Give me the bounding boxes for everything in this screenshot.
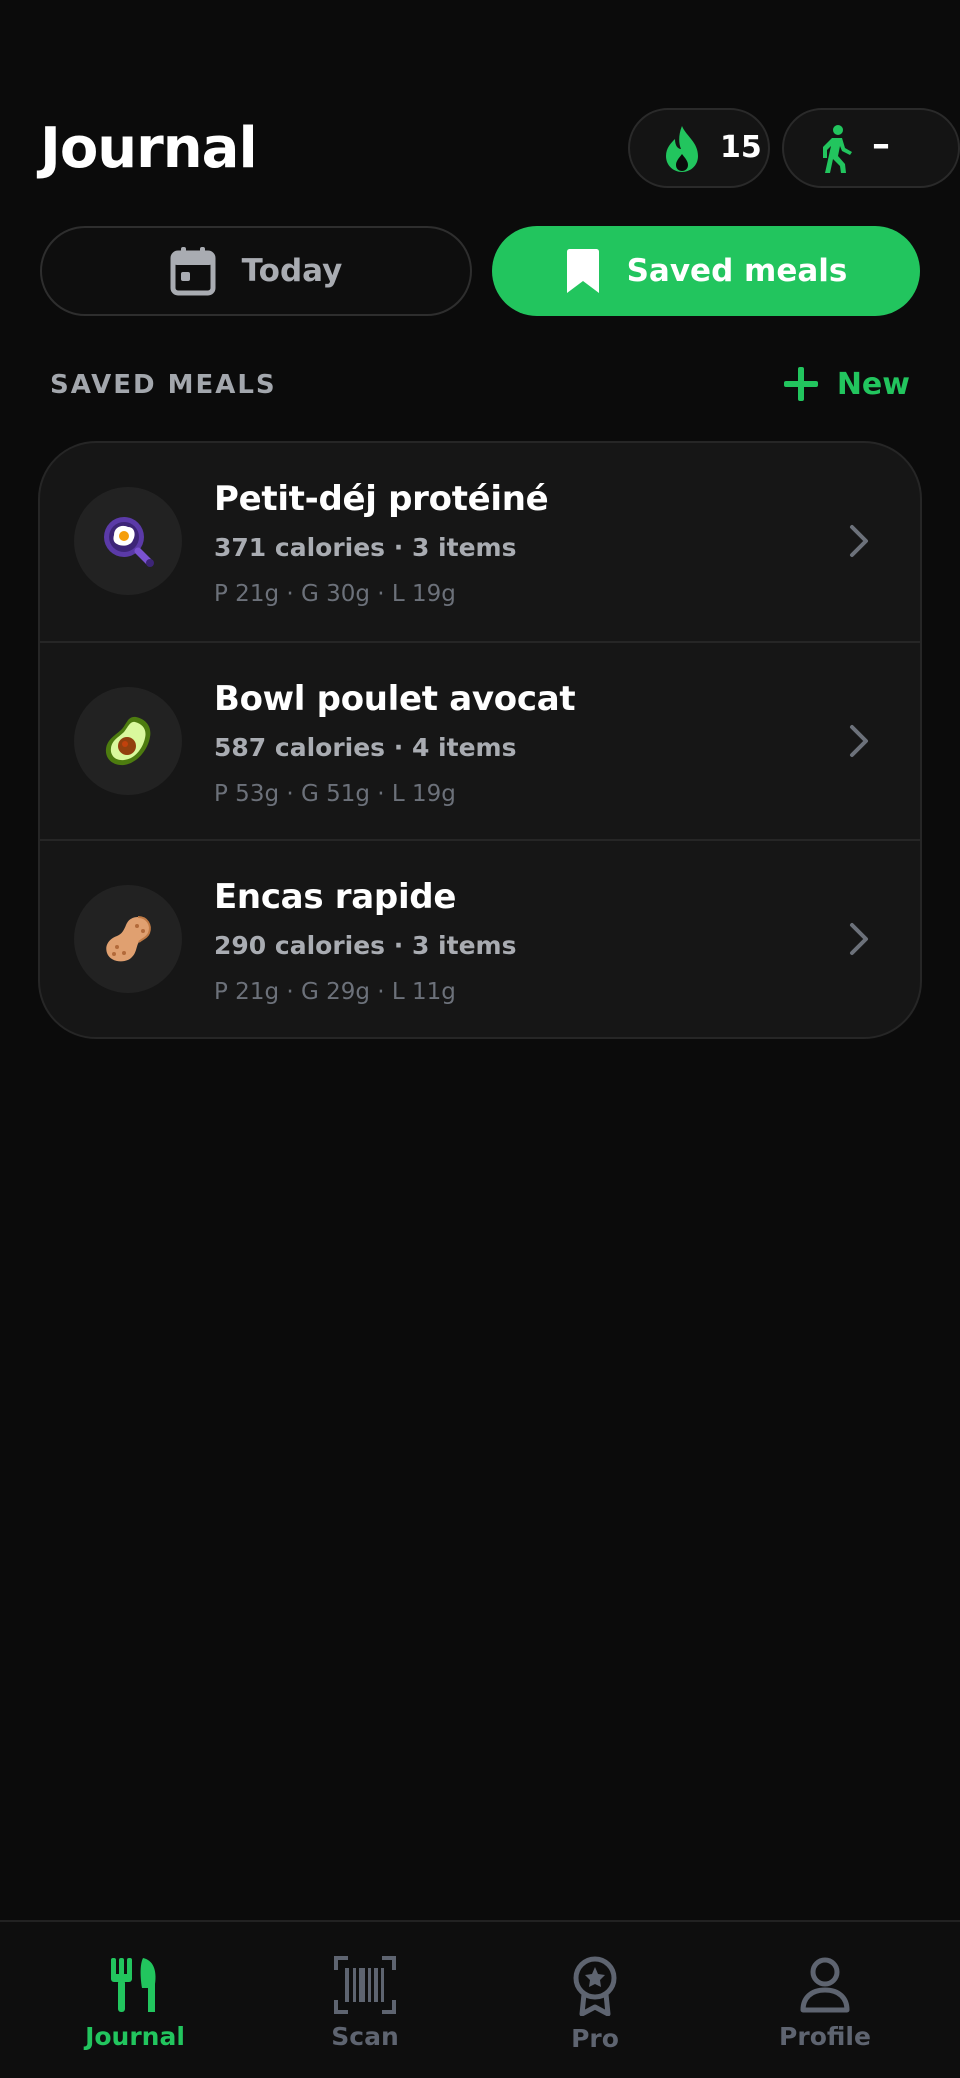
user-icon	[800, 1957, 850, 2013]
nav-pro[interactable]: Pro	[480, 1956, 710, 2066]
streak-pill[interactable]: 15	[628, 108, 770, 188]
journal-tabs: Today Saved meals	[40, 226, 920, 316]
meal-summary: 290 calories · 3 items	[214, 931, 517, 960]
journal-screen: Journal 15 – Today Saved meals SAVED MEA…	[0, 0, 960, 2078]
nav-profile[interactable]: Profile	[710, 1956, 940, 2066]
barcode-icon	[334, 1956, 396, 2014]
chevron-right-icon	[850, 525, 868, 557]
meal-summary: 587 calories · 4 items	[214, 733, 517, 762]
fork-knife-icon	[111, 1958, 156, 2012]
meal-name: Petit-déj protéiné	[214, 479, 549, 519]
tab-saved-meals-label: Saved meals	[626, 253, 848, 289]
walking-icon	[823, 125, 852, 173]
bookmark-icon	[566, 249, 599, 293]
fried-egg-pan-icon	[104, 517, 154, 567]
new-meal-button[interactable]: New	[783, 362, 910, 406]
page-title: Journal	[40, 116, 258, 181]
meal-avatar	[74, 487, 182, 595]
header: Journal 15 –	[40, 108, 960, 190]
bottom-nav: Journal Scan Pro Profile	[0, 1920, 960, 2078]
meal-macros: P 21g · G 30g · L 19g	[214, 581, 456, 607]
meal-name: Encas rapide	[214, 877, 457, 917]
nav-journal-label: Journal	[85, 2022, 185, 2051]
plus-icon	[783, 367, 818, 401]
nav-scan[interactable]: Scan	[250, 1956, 480, 2066]
streak-count: 15	[720, 130, 762, 165]
calendar-icon	[170, 247, 216, 296]
new-meal-label: New	[836, 366, 910, 402]
nav-journal[interactable]: Journal	[20, 1956, 250, 2066]
nav-profile-label: Profile	[779, 2022, 871, 2051]
meal-macros: P 21g · G 29g · L 11g	[214, 979, 456, 1005]
nav-pro-label: Pro	[571, 2024, 619, 2053]
steps-value: –	[872, 124, 890, 165]
avocado-icon	[105, 716, 151, 766]
tab-saved-meals[interactable]: Saved meals	[492, 226, 920, 316]
steps-pill[interactable]: –	[782, 108, 960, 188]
meal-macros: P 53g · G 51g · L 19g	[214, 781, 456, 807]
meal-row[interactable]: Petit-déj protéiné 371 calories · 3 item…	[40, 443, 920, 641]
chevron-right-icon	[850, 923, 868, 955]
award-icon	[573, 1956, 617, 2016]
meal-avatar	[74, 687, 182, 795]
meal-row[interactable]: Encas rapide 290 calories · 3 items P 21…	[40, 839, 920, 1037]
chevron-right-icon	[850, 725, 868, 757]
meal-row[interactable]: Bowl poulet avocat 587 calories · 4 item…	[40, 641, 920, 839]
flame-icon	[666, 126, 698, 172]
meal-avatar	[74, 885, 182, 993]
section-title: SAVED MEALS	[50, 370, 277, 400]
meal-summary: 371 calories · 3 items	[214, 533, 517, 562]
tab-today[interactable]: Today	[40, 226, 472, 316]
meal-name: Bowl poulet avocat	[214, 679, 576, 719]
tab-today-label: Today	[241, 253, 343, 289]
saved-meals-list: Petit-déj protéiné 371 calories · 3 item…	[38, 441, 922, 1039]
section-header: SAVED MEALS New	[50, 366, 910, 406]
nav-scan-label: Scan	[331, 2022, 399, 2051]
peanut-icon	[106, 916, 151, 962]
